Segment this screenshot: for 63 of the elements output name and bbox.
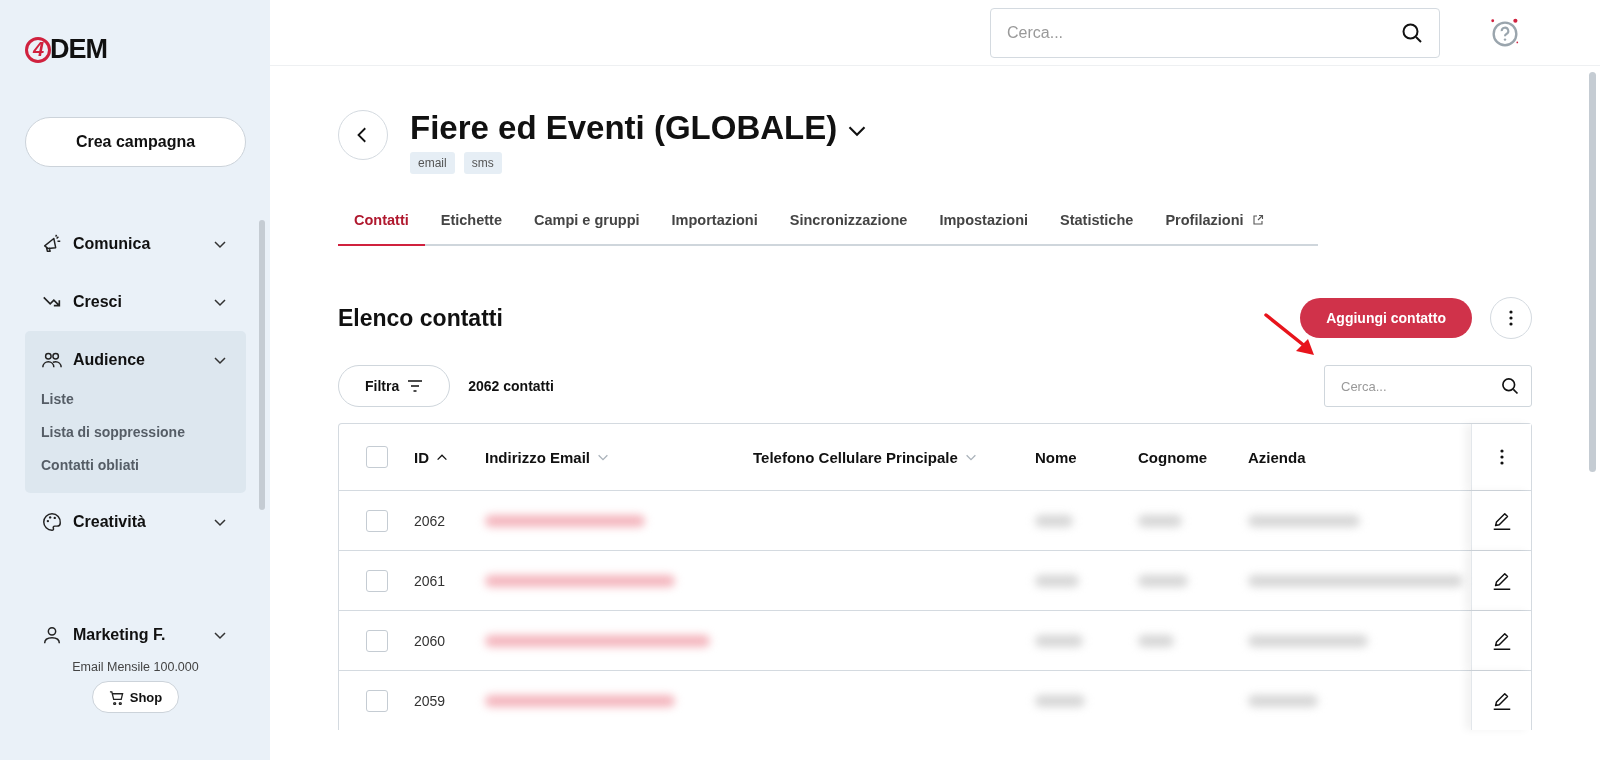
- channel-tag: sms: [463, 152, 502, 174]
- checkbox[interactable]: [365, 689, 388, 712]
- tab[interactable]: Campi e gruppi: [518, 202, 656, 246]
- nav-item-label[interactable]: Comunica: [73, 235, 202, 253]
- table-cell-text: 2059: [414, 691, 447, 711]
- tab[interactable]: Contatti: [338, 202, 425, 246]
- filter-button[interactable]: Filtra: [338, 365, 451, 407]
- submenu-item[interactable]: Liste: [41, 391, 74, 407]
- search-field[interactable]: Cerca...: [1324, 365, 1532, 407]
- page-title: Fiere ed Eventi (GLOBALE): [410, 108, 838, 148]
- channel-tag: email: [410, 152, 455, 174]
- blurred-text: [1138, 574, 1188, 587]
- column-header[interactable]: ID: [414, 448, 429, 466]
- blurred-text: [1138, 634, 1174, 647]
- nav-item-label[interactable]: Creatività: [73, 513, 202, 531]
- tab[interactable]: Impostazioni: [923, 202, 1045, 246]
- tab[interactable]: Etichette: [424, 202, 518, 246]
- account-name[interactable]: Marketing F.: [73, 626, 202, 644]
- blurred-text: [1035, 634, 1083, 647]
- blurred-text: [1035, 574, 1079, 587]
- column-header[interactable]: Indirizzo Email: [485, 448, 590, 466]
- column-header: Azienda: [1248, 448, 1306, 466]
- column-header: Cognome: [1138, 448, 1208, 466]
- checkbox[interactable]: [365, 569, 388, 592]
- blurred-text: [1248, 694, 1318, 707]
- filter-lines-icon: [407, 380, 424, 392]
- megaphone-icon: [41, 233, 63, 255]
- column-header[interactable]: Telefono Cellulare Principale: [753, 448, 958, 466]
- table-cell-text: 2060: [414, 631, 447, 651]
- table-cell-text: 2062: [414, 511, 447, 531]
- external-link-icon: [1251, 214, 1264, 226]
- nav-item-label[interactable]: Cresci: [73, 293, 202, 311]
- search-field[interactable]: Cerca...: [990, 7, 1440, 58]
- shop-button[interactable]: Shop: [91, 681, 180, 713]
- blurred-text: [1035, 694, 1085, 707]
- checkbox[interactable]: [365, 509, 388, 532]
- column-header: Nome: [1035, 448, 1077, 466]
- plan-text: Email Mensile 100.000: [72, 660, 199, 674]
- cart-icon: [108, 689, 124, 705]
- checkbox[interactable]: [365, 446, 388, 468]
- checkbox[interactable]: [365, 629, 388, 652]
- contact-count: 2062 contatti: [468, 378, 554, 394]
- submenu-item[interactable]: Contatti obliati: [41, 457, 139, 473]
- tab[interactable]: Importazioni: [655, 202, 774, 246]
- search-icon[interactable]: [1500, 376, 1520, 396]
- add-contact-button[interactable]: Aggiungi contatto: [1300, 298, 1472, 338]
- blurred-text: [1035, 514, 1073, 527]
- submenu-item[interactable]: Lista di soppressione: [41, 424, 185, 440]
- tab[interactable]: Sincronizzazione: [773, 202, 924, 246]
- table-cell-text: 2061: [414, 571, 447, 591]
- create-campaign-button[interactable]: Crea campagna: [25, 117, 246, 167]
- blurred-text: [1138, 514, 1182, 527]
- tab[interactable]: Statistiche: [1044, 202, 1150, 246]
- logo[interactable]: 4 DEM: [25, 34, 107, 65]
- scrollbar[interactable]: [1589, 72, 1596, 472]
- nav-item-label[interactable]: Audience: [73, 351, 202, 369]
- section-heading: Elenco contatti: [338, 304, 503, 332]
- vertical-dots-icon: [1509, 310, 1513, 326]
- palette-icon: [41, 511, 63, 533]
- tab[interactable]: Profilazioni: [1149, 202, 1280, 246]
- scrollbar[interactable]: [259, 220, 265, 510]
- column-menu-icon[interactable]: [1499, 449, 1504, 465]
- person-icon: [41, 624, 63, 646]
